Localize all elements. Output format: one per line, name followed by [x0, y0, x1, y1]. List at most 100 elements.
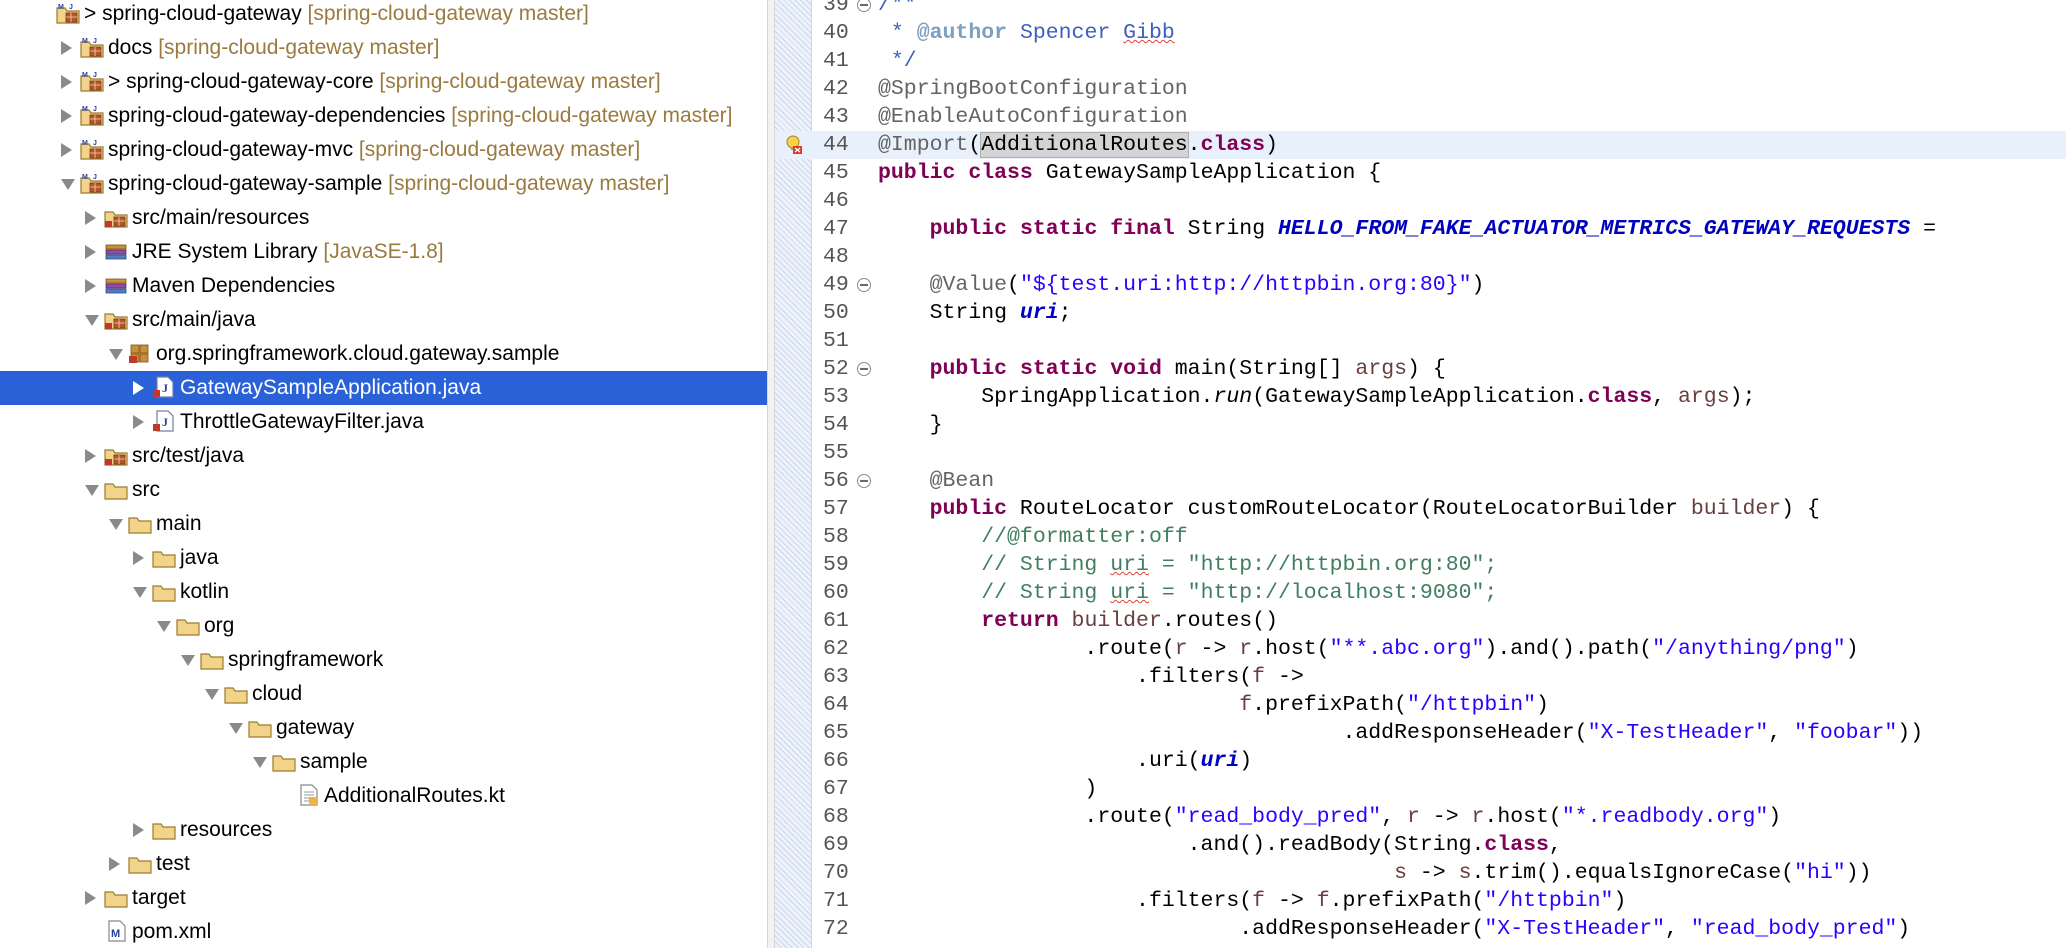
- tree-item[interactable]: java: [0, 541, 767, 575]
- expanded-arrow-icon[interactable]: [133, 587, 147, 598]
- tree-item[interactable]: org: [0, 609, 767, 643]
- tree-item[interactable]: main: [0, 507, 767, 541]
- tree-item[interactable]: J ThrottleGatewayFilter.java: [0, 405, 767, 439]
- tree-item[interactable]: springframework: [0, 643, 767, 677]
- code-line[interactable]: 48: [775, 243, 2066, 271]
- code-line[interactable]: 53 SpringApplication.run(GatewaySampleAp…: [775, 383, 2066, 411]
- tree-item[interactable]: resources: [0, 813, 767, 847]
- code-line[interactable]: 67 ): [775, 775, 2066, 803]
- expanded-arrow-icon[interactable]: [109, 349, 123, 360]
- collapsed-arrow-icon[interactable]: [133, 823, 144, 837]
- collapsed-arrow-icon[interactable]: [61, 109, 72, 123]
- code-line[interactable]: 68 .route("read_body_pred", r -> r.host(…: [775, 803, 2066, 831]
- tree-item[interactable]: AdditionalRoutes.kt: [0, 779, 767, 813]
- code-line[interactable]: 61 return builder.routes(): [775, 607, 2066, 635]
- tree-item[interactable]: M Jspring-cloud-gateway-sample [spring-cl…: [0, 167, 767, 201]
- tree-item[interactable]: M J > spring-cloud-gateway-core [spring-cl…: [0, 65, 767, 99]
- code-line[interactable]: 40 * @author Spencer Gibb: [775, 19, 2066, 47]
- pane-splitter[interactable]: [767, 0, 775, 948]
- collapsed-arrow-icon[interactable]: [61, 75, 72, 89]
- code-text: public static final String HELLO_FROM_FA…: [878, 215, 1936, 243]
- expanded-arrow-icon[interactable]: [61, 179, 75, 190]
- collapsed-arrow-icon[interactable]: [61, 41, 72, 55]
- line-number: 47: [823, 217, 849, 241]
- tree-item[interactable]: src: [0, 473, 767, 507]
- expanded-arrow-icon[interactable]: [181, 655, 195, 666]
- tree-item[interactable]: test: [0, 847, 767, 881]
- expanded-arrow-icon[interactable]: [85, 485, 99, 496]
- code-line[interactable]: 66 .uri(uri): [775, 747, 2066, 775]
- collapsed-arrow-icon[interactable]: [133, 381, 144, 395]
- code-line[interactable]: 60 // String uri = "http://localhost:908…: [775, 579, 2066, 607]
- code-line[interactable]: 50 String uri;: [775, 299, 2066, 327]
- collapsed-arrow-icon[interactable]: [85, 449, 96, 463]
- collapsed-arrow-icon[interactable]: [85, 279, 96, 293]
- fold-collapse-icon[interactable]: [857, 278, 871, 292]
- code-line[interactable]: 46: [775, 187, 2066, 215]
- tree-item[interactable]: src/main/resources: [0, 201, 767, 235]
- expanded-arrow-icon[interactable]: [229, 723, 243, 734]
- code-line[interactable]: 47 public static final String HELLO_FROM…: [775, 215, 2066, 243]
- collapsed-arrow-icon[interactable]: [85, 245, 96, 259]
- code-line[interactable]: 65 .addResponseHeader("X-TestHeader", "f…: [775, 719, 2066, 747]
- code-line[interactable]: 71 .filters(f -> f.prefixPath("/httpbin"…: [775, 887, 2066, 915]
- code-line[interactable]: 43 @EnableAutoConfiguration: [775, 103, 2066, 131]
- tree-item[interactable]: JRE System Library [JavaSE-1.8]: [0, 235, 767, 269]
- code-line[interactable]: 39/**: [775, 0, 2066, 19]
- tree-item[interactable]: kotlin: [0, 575, 767, 609]
- code-line[interactable]: 41 */: [775, 47, 2066, 75]
- fold-collapse-icon[interactable]: [857, 474, 871, 488]
- code-line[interactable]: 63 .filters(f ->: [775, 663, 2066, 691]
- error-bulb-icon[interactable]: [785, 135, 803, 155]
- code-line[interactable]: 62 .route(r -> r.host("**.abc.org").and(…: [775, 635, 2066, 663]
- code-line[interactable]: 44 @Import(AdditionalRoutes.class): [775, 131, 2066, 159]
- code-line[interactable]: 64 f.prefixPath("/httpbin"): [775, 691, 2066, 719]
- expanded-arrow-icon[interactable]: [253, 757, 267, 768]
- tree-item[interactable]: sample: [0, 745, 767, 779]
- expanded-arrow-icon[interactable]: [85, 315, 99, 326]
- collapsed-arrow-icon[interactable]: [133, 415, 144, 429]
- tree-item[interactable]: M J > spring-cloud-gateway [spring-cloud-g…: [0, 0, 767, 31]
- tree-item[interactable]: M Jdocs [spring-cloud-gateway master]: [0, 31, 767, 65]
- tree-item[interactable]: M Jspring-cloud-gateway-dependencies [spr…: [0, 99, 767, 133]
- code-line[interactable]: 58 //@formatter:off: [775, 523, 2066, 551]
- collapsed-arrow-icon[interactable]: [85, 891, 96, 905]
- code-line[interactable]: 69 .and().readBody(String.class,: [775, 831, 2066, 859]
- tree-item[interactable]: gateway: [0, 711, 767, 745]
- collapsed-arrow-icon[interactable]: [85, 211, 96, 225]
- collapsed-arrow-icon[interactable]: [61, 143, 72, 157]
- tree-item[interactable]: J GatewaySampleApplication.java: [0, 371, 767, 405]
- code-line[interactable]: 72 .addResponseHeader("X-TestHeader", "r…: [775, 915, 2066, 943]
- collapsed-arrow-icon[interactable]: [109, 857, 120, 871]
- code-editor[interactable]: 39/** 40 * @author Spencer Gibb 41 */42 @Sp…: [775, 0, 2066, 948]
- code-line[interactable]: 57 public RouteLocator customRouteLocato…: [775, 495, 2066, 523]
- tree-item[interactable]: M Jspring-cloud-gateway-mvc [spring-cloud…: [0, 133, 767, 167]
- code-line[interactable]: 55: [775, 439, 2066, 467]
- tree-item[interactable]: src/test/java: [0, 439, 767, 473]
- tree-item[interactable]: src/main/java: [0, 303, 767, 337]
- tree-item[interactable]: Maven Dependencies: [0, 269, 767, 303]
- tree-item[interactable]: org.springframework.cloud.gateway.sample: [0, 337, 767, 371]
- code-line[interactable]: 54 }: [775, 411, 2066, 439]
- code-line[interactable]: 42 @SpringBootConfiguration: [775, 75, 2066, 103]
- code-line[interactable]: 59 // String uri = "http://httpbin.org:8…: [775, 551, 2066, 579]
- code-line[interactable]: 52 public static void main(String[] args…: [775, 355, 2066, 383]
- expanded-arrow-icon[interactable]: [205, 689, 219, 700]
- tree-item-label: java: [180, 546, 219, 570]
- fold-collapse-icon[interactable]: [857, 362, 871, 376]
- code-line[interactable]: 51: [775, 327, 2066, 355]
- line-number: 66: [823, 749, 849, 773]
- tree-item[interactable]: Mpom.xml: [0, 915, 767, 948]
- expanded-arrow-icon[interactable]: [157, 621, 171, 632]
- tree-item-label: spring-cloud-gateway-sample [spring-clou…: [108, 172, 669, 196]
- code-line[interactable]: 49 @Value("${test.uri:http://httpbin.org…: [775, 271, 2066, 299]
- code-line[interactable]: 56 @Bean: [775, 467, 2066, 495]
- code-line[interactable]: 70 s -> s.trim().equalsIgnoreCase("hi")): [775, 859, 2066, 887]
- code-token: String: [1174, 217, 1278, 241]
- code-line[interactable]: 45 public class GatewaySampleApplication …: [775, 159, 2066, 187]
- collapsed-arrow-icon[interactable]: [133, 551, 144, 565]
- code-token: ): [1768, 805, 1782, 829]
- tree-item[interactable]: target: [0, 881, 767, 915]
- tree-item[interactable]: cloud: [0, 677, 767, 711]
- expanded-arrow-icon[interactable]: [109, 519, 123, 530]
